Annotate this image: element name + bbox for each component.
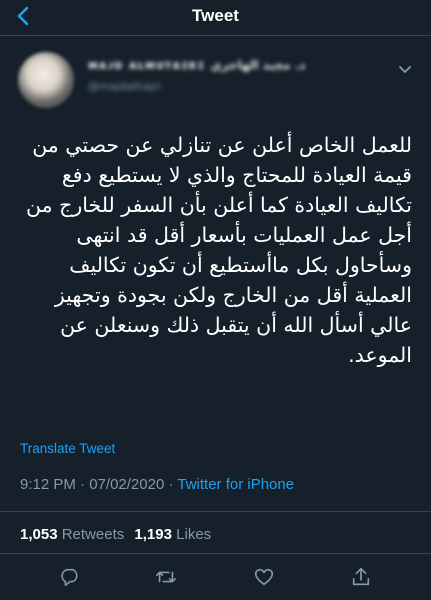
tweet-meta: 9:12 PM · 07/02/2020 · Twitter for iPhon… — [20, 476, 294, 493]
more-options-button[interactable] — [396, 62, 414, 76]
retweet-icon — [156, 571, 176, 583]
retweets-stat[interactable]: 1,053 Retweets — [20, 526, 130, 543]
author-handle[interactable]: @majdalhajri — [88, 80, 178, 92]
likes-count: 1,193 — [134, 526, 172, 543]
top-bar: Tweet — [0, 0, 431, 36]
chevron-down-icon — [399, 66, 411, 73]
action-bar — [0, 566, 431, 590]
tweet-text: للعمل الخاص أعلن عن تنازلي عن حصتي من قي… — [26, 133, 412, 367]
translate-tweet-link[interactable]: Translate Tweet — [20, 441, 115, 456]
divider — [0, 553, 431, 554]
divider — [0, 511, 431, 512]
meta-separator: · — [164, 476, 178, 493]
share-button[interactable] — [350, 566, 372, 588]
page-title: Tweet — [192, 6, 239, 25]
like-button[interactable] — [253, 566, 275, 588]
meta-separator: · — [75, 476, 90, 493]
likes-stat[interactable]: 1,193 Likes — [134, 526, 217, 543]
likes-label: Likes — [176, 526, 212, 543]
share-icon — [352, 567, 370, 586]
tweet-stats: 1,053 Retweets 1,193 Likes — [20, 526, 217, 543]
retweets-label: Retweets — [61, 526, 125, 543]
retweet-button[interactable] — [155, 566, 177, 588]
tweet-source-link[interactable]: Twitter for iPhone — [177, 476, 294, 493]
retweets-count: 1,053 — [20, 526, 58, 543]
avatar[interactable] — [18, 52, 74, 108]
author-name[interactable]: ᴍᴀᴊᴅ ᴀʟᴍᴜᴛᴀɪʀɪ د. مجيد الهاجري — [88, 58, 378, 72]
heart-icon — [254, 568, 274, 586]
tweet-date: 07/02/2020 — [89, 476, 165, 493]
reply-button[interactable] — [59, 566, 81, 588]
tweet-time: 9:12 PM — [20, 476, 76, 493]
reply-icon — [61, 568, 78, 587]
